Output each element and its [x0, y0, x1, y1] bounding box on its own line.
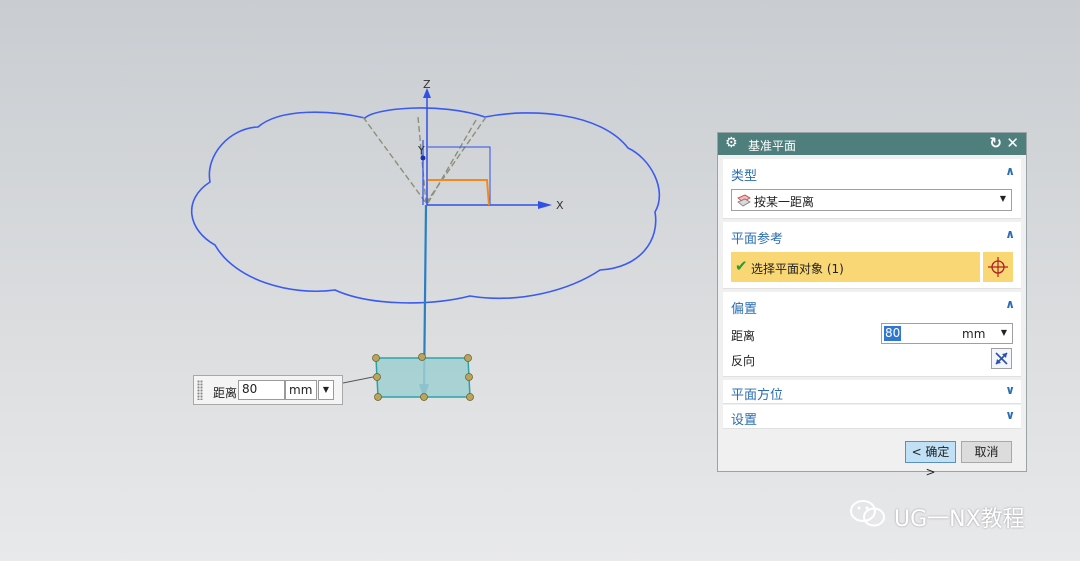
plane-reference-header[interactable]: 平面参考: [731, 228, 783, 247]
datum-plane-dialog: ⚙ 基准平面 ↻ ✕ 类型 ∧ 按某一距离 ▼ 平面参考 ∧ ✔ 选择平面对象 …: [717, 132, 1027, 479]
distance-row-label: 距离: [731, 329, 756, 343]
distance-label: 距离: [213, 386, 238, 400]
distance-value-field[interactable]: 80: [238, 380, 285, 400]
ok-button[interactable]: < 确定 >: [905, 441, 956, 479]
plane-orientation-section[interactable]: 平面方位 ∨: [723, 380, 1021, 404]
leader-line: [342, 375, 379, 384]
reverse-row-label: 反向: [731, 354, 756, 368]
datum-plane-preview[interactable]: [375, 357, 471, 398]
z-axis-label: Z: [423, 78, 431, 91]
chevron-down-icon[interactable]: ▼: [1000, 194, 1006, 203]
select-plane-object-label: 选择平面对象 (1): [751, 262, 844, 276]
reverse-direction-icon: [995, 352, 1008, 365]
select-plane-object[interactable]: ✔ 选择平面对象 (1): [731, 252, 980, 282]
gear-icon[interactable]: ⚙: [725, 135, 738, 151]
plane-type-icon: [737, 194, 751, 207]
checkmark-icon: ✔: [735, 257, 748, 275]
x-arrow-icon: [538, 201, 552, 209]
dialog-title: 基准平面: [748, 139, 797, 153]
settings-section[interactable]: 设置 ∨: [723, 405, 1021, 429]
chevron-up-icon[interactable]: ∧: [1005, 164, 1015, 178]
chevron-up-icon[interactable]: ∧: [1005, 297, 1015, 311]
type-dropdown-value: 按某一距离: [754, 195, 815, 209]
crosshair-select-button[interactable]: [983, 252, 1013, 282]
distance-unit: mm: [962, 327, 986, 341]
crosshair-icon: [988, 257, 1008, 277]
reverse-direction-button[interactable]: [991, 348, 1012, 369]
distance-value: 80: [884, 326, 902, 341]
watermark: UG一NX教程: [848, 498, 1025, 532]
settings-header: 设置: [731, 413, 758, 428]
reset-icon[interactable]: ↻: [989, 134, 1002, 152]
distance-input[interactable]: 80 mm ▼: [881, 323, 1013, 344]
type-dropdown[interactable]: 按某一距离 ▼: [731, 189, 1012, 211]
drag-grip-icon[interactable]: [197, 380, 203, 400]
type-section: 类型 ∧ 按某一距离 ▼: [723, 159, 1021, 219]
plane-reference-section: 平面参考 ∧ ✔ 选择平面对象 (1): [723, 222, 1021, 289]
y-axis-label: Y: [418, 144, 425, 157]
distance-unit-field[interactable]: mm: [285, 380, 317, 400]
x-axis-label: X: [556, 199, 564, 212]
distance-onscreen-input: 距离 80 mm ▼: [193, 375, 343, 405]
offset-header[interactable]: 偏置: [731, 298, 757, 317]
chevron-down-icon[interactable]: ▼: [318, 380, 334, 400]
watermark-text: UG一NX教程: [894, 507, 1025, 532]
dialog-titlebar[interactable]: ⚙ 基准平面 ↻ ✕: [718, 133, 1026, 155]
chevron-down-icon[interactable]: ∨: [1005, 408, 1015, 422]
plane-orientation-header: 平面方位: [731, 388, 784, 403]
wechat-logo-icon: [850, 500, 885, 527]
offset-section: 偏置 ∧ 距离 80 mm ▼ 反向: [723, 292, 1021, 377]
chevron-down-icon[interactable]: ∨: [1005, 383, 1015, 397]
cancel-button[interactable]: 取消: [961, 441, 1012, 463]
close-icon[interactable]: ✕: [1006, 134, 1019, 152]
chevron-down-icon[interactable]: ▼: [1001, 328, 1007, 337]
csys-orange: [428, 179, 490, 206]
type-section-header[interactable]: 类型: [731, 165, 757, 184]
chevron-up-icon[interactable]: ∧: [1005, 227, 1015, 241]
